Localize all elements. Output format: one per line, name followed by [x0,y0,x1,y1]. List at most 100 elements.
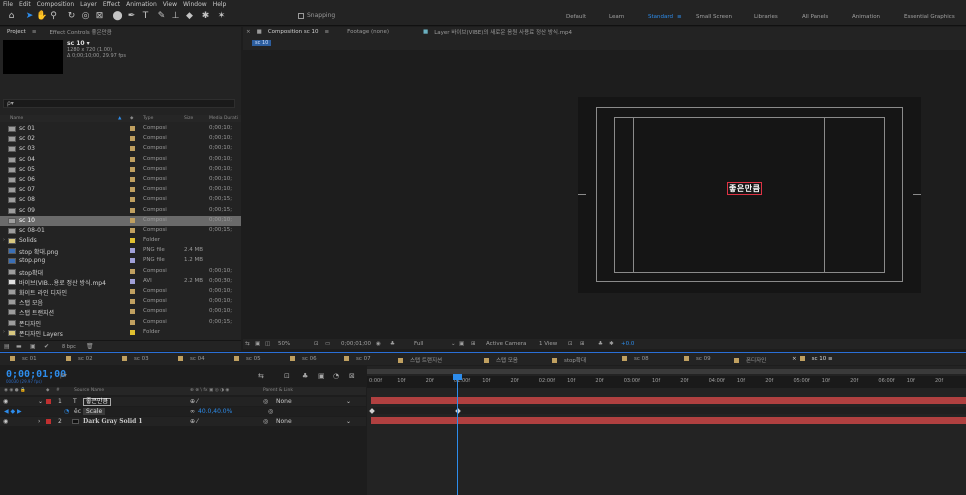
roto-brush-tool-icon[interactable]: ✱ [200,11,211,22]
scale-value[interactable]: 40.0,40.0% [198,408,232,415]
number-column-icon[interactable]: # [56,388,60,393]
timeline-tab[interactable]: sc 09 [684,356,711,362]
menu-layer[interactable]: Layer [80,1,97,8]
layer-row-2[interactable]: ◉ › 2 Dark Gray Solid 1 ⊕ ⁄ ◎ None ⌄ [0,417,366,426]
scale-property-row[interactable]: ◀ ◆ ▶ ◔ ěc Scale ∞ 40.0,40.0% ◎ [0,407,366,416]
playhead-line[interactable] [457,374,458,495]
twirl-down-icon[interactable]: ⌄ [38,398,43,405]
chevron-down-icon[interactable]: ⌄ [451,341,456,347]
item-label-swatch[interactable] [130,278,135,284]
item-label-swatch[interactable] [130,136,135,142]
draft-3d-icon[interactable]: ⊡ [284,372,290,380]
resolution-dropdown[interactable]: Full [414,341,423,347]
item-label-swatch[interactable] [130,268,135,274]
constrain-proportions-icon[interactable]: ∞ [190,408,195,415]
workspace-learn[interactable]: Learn [609,14,624,20]
item-label-swatch[interactable] [130,197,135,203]
menu-window[interactable]: Window [183,1,207,8]
chevron-down-icon[interactable]: ⌄ [346,398,351,405]
item-label-swatch[interactable] [130,156,135,162]
composition-viewer[interactable]: 좋은만큼 [243,50,966,336]
item-label-swatch[interactable] [130,258,135,264]
timeline-tab[interactable]: 폰디자인 [734,356,766,364]
eye-icon[interactable]: ◉ [3,418,8,425]
lock-icon[interactable]: ■ [257,29,262,35]
item-label-swatch[interactable] [130,207,135,213]
snapping-checkbox[interactable] [298,12,304,19]
project-item[interactable]: sc 01 Composi 0;00;10; [0,124,241,134]
layer-switches[interactable]: ⊕ ⁄ [190,418,198,425]
bpc-label[interactable]: 8 bpc [62,344,76,350]
tab-footage[interactable]: Footage (none) [347,29,389,35]
layer-name[interactable]: Dark Gray Solid 1 [83,418,143,425]
frame-blending-icon[interactable]: ▣ [318,372,325,380]
item-label-swatch[interactable] [130,299,135,305]
item-label-swatch[interactable] [130,187,135,193]
zoom-dropdown[interactable]: 50% [278,341,290,347]
puppet-tool-icon[interactable]: ✶ [216,11,227,22]
project-item[interactable]: sc 10 Composi 0;00;10; [0,215,241,226]
layer-2-duration-bar[interactable] [371,417,966,424]
parent-dropdown[interactable]: None [276,398,292,405]
panel-menu-icon[interactable]: ≡ [32,29,37,35]
project-item[interactable]: sc 04 Composi 0;00;10; [0,155,241,165]
workspace-standard[interactable]: Standard [648,14,673,20]
project-item[interactable]: sc 07 Composi 0;00;10; [0,185,241,195]
item-label-swatch[interactable] [130,146,135,152]
tab-composition[interactable]: Composition sc 10 [268,29,319,35]
always-preview-icon[interactable]: ⇆ [245,341,250,347]
comp-menu-icon[interactable]: ≡ [325,29,330,35]
item-label-swatch[interactable] [130,289,135,294]
project-item[interactable]: 스탭 모음 Composi 0;00;10; [0,297,241,307]
switches-icons[interactable]: ⊕ ⊗ \ fx ▣ ◎ ◑ ◉ [190,388,229,393]
project-item[interactable]: 바이브(VIB...용로 정산 방식.mp4 AVI 2.2 MB 0;00;30; [0,277,241,287]
project-item[interactable]: sc 08-01 Composi 0;00;15; [0,226,241,236]
menu-effect[interactable]: Effect [103,1,120,8]
item-label-swatch[interactable] [130,227,135,233]
transparency-grid-icon[interactable]: ▭ [325,341,330,347]
layer-label-swatch[interactable] [46,399,51,404]
menu-composition[interactable]: Composition [37,1,74,8]
keyframe-nav-icon[interactable]: ◀ ◆ ▶ [4,408,22,415]
item-label-swatch[interactable] [130,309,135,315]
flowchart-icon[interactable]: ✔ [44,343,49,350]
tab-menu-icon[interactable]: ≡ [828,356,833,362]
canvas-text-layer[interactable]: 좋은만큼 [726,182,763,195]
project-item[interactable]: sc 08 Composi 0;00;15; [0,195,241,205]
snapping-toggle[interactable]: Snapping [298,12,335,19]
selection-tool-icon[interactable]: ➤ [24,11,35,22]
view-layout-dropdown[interactable]: 1 View [539,341,557,347]
item-label-swatch[interactable] [130,319,135,325]
mask-tool-icon[interactable]: ⬤ [112,11,123,22]
eye-icon[interactable]: ◉ [3,398,8,405]
column-parent-link[interactable]: Parent & Link [263,388,293,393]
timeline-graph-area[interactable]: 0:00f 10f 20f 01:00f 10f 20f 02:00f 10f 20f 03:00… [367,366,966,495]
exposure-value[interactable]: +0.0 [621,341,634,347]
close-icon[interactable]: × [792,356,797,362]
eraser-tool-icon[interactable]: ◆ [184,11,195,22]
column-name[interactable]: Name [10,116,23,121]
parent-dropdown[interactable]: None [276,418,292,425]
timeline-tab[interactable]: sc 08 [622,356,649,362]
project-item[interactable]: stop.png PNG file 1.2 MB [0,256,241,266]
clone-stamp-tool-icon[interactable]: ⊥ [170,11,181,22]
twirl-right-icon[interactable]: › [3,329,5,335]
project-item[interactable]: sc 09 Composi 0;00;15; [0,206,241,216]
tab-layer[interactable]: Layer 바이브(VIBE)의 새로운 음원 사용료 정산 방식.mp4 [434,28,572,36]
item-label-swatch[interactable] [130,126,135,131]
timeline-tab[interactable]: sc 05 [234,356,261,362]
region-icon[interactable]: ▣ [255,341,260,347]
label-column-icon[interactable]: ▲ [118,116,121,121]
item-label-swatch[interactable] [130,238,135,244]
pan-behind-tool-icon[interactable]: ⊠ [94,11,105,22]
trash-icon[interactable]: 🗑 [86,343,94,350]
item-label-swatch[interactable] [130,166,135,172]
chevron-down-icon[interactable]: ⌄ [346,418,351,425]
snapshot-icon[interactable]: ◉ [376,341,381,347]
av-features-icons[interactable]: ◉ ◉ ● 🔒 [4,388,26,393]
timeline-tab[interactable]: 스탭 트랜지션 [398,356,442,364]
project-item[interactable]: stop확대 Composi 0;00;10; [0,267,241,277]
project-item[interactable]: sc 03 Composi 0;00;10; [0,144,241,154]
column-duration[interactable]: Media Durati [209,116,238,121]
project-item[interactable]: 화이트 라인 디자인 Composi 0;00;10; [0,287,241,297]
